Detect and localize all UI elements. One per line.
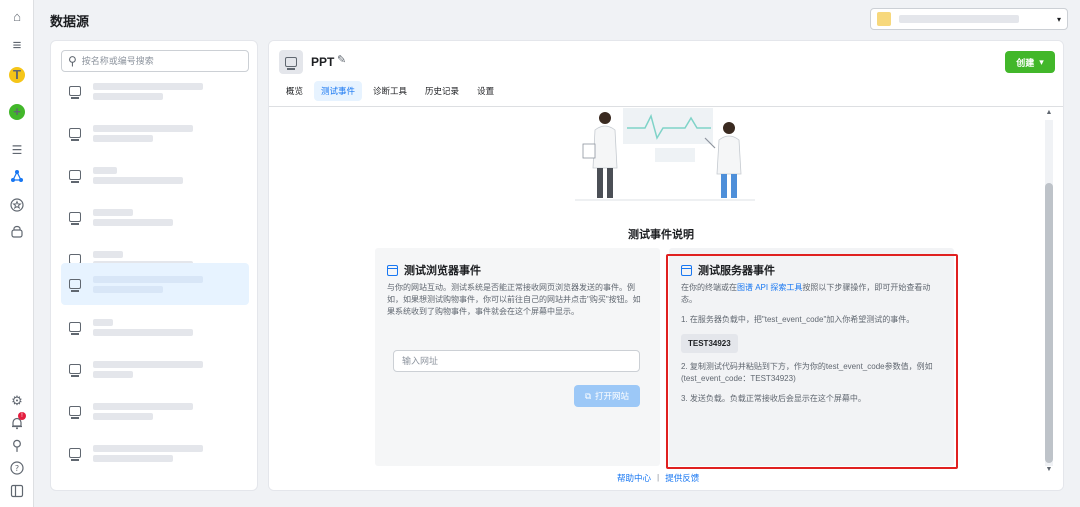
- home-icon[interactable]: ⌂: [9, 9, 25, 25]
- panel-toggle-icon[interactable]: [9, 483, 25, 499]
- datasource-list-panel: ⚲: [50, 40, 258, 491]
- test-event-code[interactable]: TEST34923: [681, 334, 738, 353]
- url-field[interactable]: [393, 350, 640, 372]
- open-website-button[interactable]: ⧉ 打开网站: [574, 385, 640, 407]
- content-scrollbar[interactable]: ▲ ▼: [1043, 108, 1055, 478]
- server-step-2: 2. 复制测试代码并粘贴到下方，作为你的test_event_code参数值，例…: [681, 362, 933, 383]
- page-title: 数据源: [50, 14, 90, 29]
- account-selector[interactable]: ▾: [870, 8, 1068, 30]
- list-item[interactable]: [61, 71, 249, 111]
- scroll-down-arrow-icon[interactable]: ▼: [1043, 466, 1055, 476]
- tab-bar: 概览 测试事件 诊断工具 历史记录 设置: [279, 81, 501, 101]
- create-plus-icon[interactable]: +: [9, 104, 25, 120]
- pencil-edit-icon[interactable]: ✎: [337, 53, 346, 66]
- account-avatar[interactable]: T: [9, 67, 25, 83]
- external-link-icon: ⧉: [584, 390, 592, 401]
- server-card-header: 测试服务器事件: [681, 262, 942, 278]
- footer-separator: |: [657, 472, 660, 482]
- chevron-down-icon: ▾: [1039, 56, 1044, 67]
- account-logo: [877, 12, 891, 26]
- events-manager-icon[interactable]: [9, 168, 25, 184]
- star-icon[interactable]: [9, 197, 25, 213]
- notifications-bell-icon[interactable]: !: [9, 412, 26, 431]
- url-input[interactable]: [402, 356, 631, 366]
- open-website-label: 打开网站: [595, 391, 630, 401]
- tab-test-events[interactable]: 测试事件: [314, 81, 363, 101]
- server-card-intro: 在你的终端或在图谱 API 探索工具按照以下步骤操作，即可开始查看动态。: [681, 282, 942, 306]
- help-icon[interactable]: ?: [9, 460, 25, 476]
- main-panel: PPT ✎ 创建 ▾ 概览 测试事件 诊断工具 历史记录 设置 测试事件说明 测…: [268, 40, 1064, 491]
- pixel-icon: [285, 57, 297, 70]
- list-item-label-blurred: [93, 400, 193, 423]
- settings-gear-icon[interactable]: ⚙: [9, 393, 25, 409]
- list-item[interactable]: [61, 307, 249, 347]
- menu-icon[interactable]: ≡: [9, 38, 25, 54]
- create-button-label: 创建: [1016, 57, 1035, 68]
- list-item[interactable]: [61, 433, 249, 473]
- browser-card-header: 测试浏览器事件: [387, 262, 648, 278]
- list-item[interactable]: [61, 197, 249, 237]
- explanation-title: 测试事件说明: [628, 229, 694, 241]
- search-icon[interactable]: ⚲: [9, 437, 25, 453]
- list-item-label-blurred: [93, 206, 173, 229]
- list-item-label-blurred: [93, 164, 183, 187]
- notification-badge: !: [18, 412, 26, 420]
- list-item-label-blurred: [93, 273, 203, 296]
- tab-overview[interactable]: 概览: [279, 81, 310, 101]
- server-intro-text: 在你的终端或在: [681, 283, 737, 292]
- browser-window-icon: [387, 264, 398, 276]
- pixel-icon: [69, 212, 81, 225]
- pixel-header: PPT ✎ 创建 ▾ 概览 测试事件 诊断工具 历史记录 设置: [269, 41, 1063, 107]
- list-item-label-blurred: [93, 80, 203, 103]
- list-item[interactable]: [61, 155, 249, 195]
- list-item-label-blurred: [93, 442, 203, 465]
- list-item-label-blurred: [93, 358, 203, 381]
- pixel-icon: [69, 406, 81, 419]
- pixel-icon: [69, 170, 81, 183]
- create-button[interactable]: 创建 ▾: [1005, 51, 1055, 73]
- footer-links: 帮助中心 | 提供反馈: [617, 472, 699, 484]
- pixel-name: PPT: [311, 55, 335, 69]
- pixel-icon: [69, 128, 81, 141]
- left-nav-rail: ⌂ ≡ T + ☰ ⚙ ! ⚲ ?: [0, 0, 34, 507]
- tab-diagnostics[interactable]: 诊断工具: [366, 81, 414, 101]
- graph-api-explorer-link[interactable]: 图谱 API 探索工具: [737, 283, 802, 292]
- search-field[interactable]: ⚲: [61, 50, 249, 72]
- list-icon[interactable]: ☰: [9, 142, 25, 158]
- doctors-illustration: [575, 108, 755, 201]
- pixel-icon: [69, 364, 81, 377]
- list-item[interactable]: [61, 113, 249, 153]
- shopping-icon[interactable]: [9, 224, 25, 240]
- scroll-up-arrow-icon[interactable]: ▲: [1043, 109, 1055, 119]
- server-step-1: 1. 在服务器负载中，把"test_event_code"加入你希望测试的事件。: [681, 315, 915, 324]
- server-events-card: 测试服务器事件 在你的终端或在图谱 API 探索工具按照以下步骤操作，即可开始查…: [669, 248, 954, 466]
- server-icon: [681, 264, 692, 276]
- list-item-label-blurred: [93, 122, 193, 145]
- scroll-thumb[interactable]: [1045, 183, 1053, 463]
- server-card-title: 测试服务器事件: [698, 265, 775, 277]
- tab-settings[interactable]: 设置: [470, 81, 501, 101]
- tab-history[interactable]: 历史记录: [418, 81, 466, 101]
- pixel-badge: [279, 50, 303, 74]
- account-name-blurred: [899, 15, 1019, 23]
- search-input[interactable]: [81, 56, 242, 66]
- list-item[interactable]: [61, 391, 249, 431]
- list-item-label-blurred: [93, 316, 193, 339]
- feedback-link[interactable]: 提供反馈: [665, 472, 699, 484]
- search-icon: ⚲: [68, 54, 77, 68]
- pixel-icon: [69, 279, 81, 292]
- pixel-icon: [69, 448, 81, 461]
- pixel-icon: [69, 322, 81, 335]
- list-item-active[interactable]: [61, 263, 249, 305]
- chevron-down-icon: ▾: [1056, 14, 1061, 24]
- browser-events-card: 测试浏览器事件 与你的网站互动。测试系统是否能正常接收网页浏览器发送的事件。例如…: [375, 248, 660, 466]
- server-step-3: 3. 发送负载。负载正常接收后会显示在这个屏幕中。: [681, 394, 866, 403]
- browser-card-title: 测试浏览器事件: [404, 265, 481, 277]
- list-item[interactable]: [61, 349, 249, 389]
- help-center-link[interactable]: 帮助中心: [617, 472, 651, 484]
- browser-card-description: 与你的网站互动。测试系统是否能正常接收网页浏览器发送的事件。例如，如果想测试购物…: [387, 283, 641, 316]
- svg-text:?: ?: [15, 464, 19, 473]
- pixel-icon: [69, 86, 81, 99]
- test-events-content: 测试事件说明 测试浏览器事件 与你的网站互动。测试系统是否能正常接收网页浏览器发…: [269, 108, 1063, 490]
